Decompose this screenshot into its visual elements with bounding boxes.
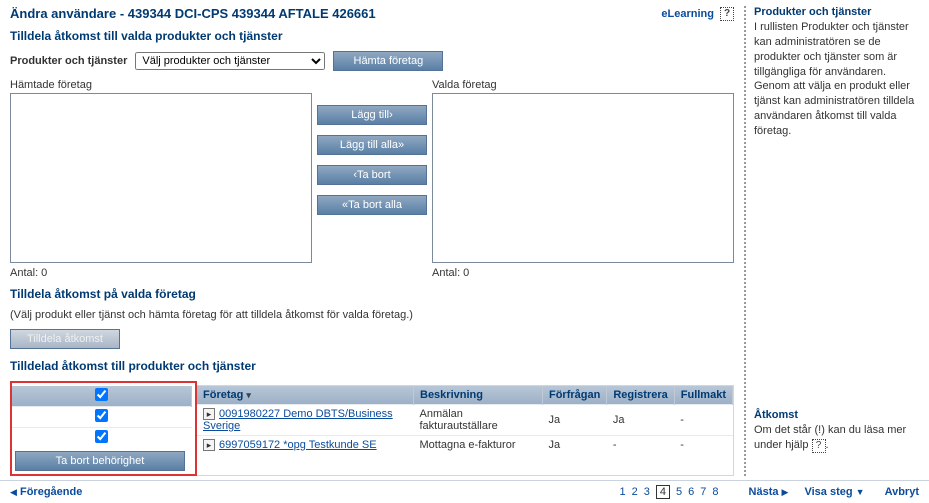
side-body-2: Om det står (!) kan du läsa mer under hj… xyxy=(754,423,919,453)
fetch-companies-button[interactable]: Hämta företag xyxy=(333,51,443,71)
page-link[interactable]: 2 xyxy=(632,486,638,498)
fetched-count: Antal: 0 xyxy=(10,267,312,279)
next-arrow-icon: ▶ xyxy=(782,487,789,498)
section2-hint: (Välj produkt eller tjänst och hämta för… xyxy=(10,309,734,321)
cell-req: Ja xyxy=(542,436,606,455)
section1-title: Tilldela åtkomst till valda produkter oc… xyxy=(10,29,734,43)
page-link[interactable]: 3 xyxy=(644,486,650,498)
access-table: Företag ▾ Beskrivning Förfrågan Registre… xyxy=(197,386,733,454)
cancel-link[interactable]: Avbryt xyxy=(885,486,919,498)
page-current: 4 xyxy=(656,485,670,499)
cell-req: Ja xyxy=(542,405,606,436)
page-link[interactable]: 6 xyxy=(688,486,694,498)
select-all-checkbox[interactable] xyxy=(95,388,108,401)
side-title-2: Åtkomst xyxy=(754,409,919,421)
sort-icon: ▾ xyxy=(246,390,251,400)
prev-link[interactable]: Föregående xyxy=(20,486,82,498)
assign-access-button: Tilldela åtkomst xyxy=(10,329,120,349)
chevron-down-icon: ▼ xyxy=(856,487,865,497)
next-link[interactable]: Nästa xyxy=(749,486,779,498)
add-all-button[interactable]: Lägg till alla» xyxy=(317,135,427,155)
col-reg[interactable]: Registrera xyxy=(607,386,674,405)
side-body-1: I rullisten Produkter och tjänster kan a… xyxy=(754,20,919,139)
cell-reg: Ja xyxy=(607,405,674,436)
show-step-link[interactable]: Visa steg xyxy=(804,486,852,498)
col-desc[interactable]: Beskrivning xyxy=(414,386,543,405)
row-checkbox[interactable] xyxy=(95,430,108,443)
table-row: ▸ 6997059172 *opg Testkunde SE Mottagna e… xyxy=(197,436,733,455)
selected-listbox[interactable] xyxy=(432,93,734,263)
company-link[interactable]: 6997059172 *opg Testkunde SE xyxy=(219,439,377,451)
cell-reg: - xyxy=(607,436,674,455)
page-link[interactable]: 5 xyxy=(676,486,682,498)
remove-highlight-box: Ta bort behörighet xyxy=(10,381,197,476)
page-title: Ändra användare - 439344 DCI-CPS 439344 … xyxy=(10,6,376,21)
col-req[interactable]: Förfrågan xyxy=(542,386,606,405)
fetched-listbox[interactable] xyxy=(10,93,312,263)
prev-arrow-icon: ◀ xyxy=(10,487,17,498)
products-select[interactable]: Välj produkter och tjänster xyxy=(135,52,325,70)
help-icon[interactable]: ? xyxy=(812,439,826,453)
page-link[interactable]: 8 xyxy=(712,486,718,498)
cell-full: - xyxy=(674,405,732,436)
help-icon[interactable]: ? xyxy=(720,7,734,21)
selected-label: Valda företag xyxy=(432,79,734,91)
elearning-link[interactable]: eLearning xyxy=(661,8,714,20)
section3-title: Tilldelad åtkomst till produkter och tjä… xyxy=(10,359,734,373)
page-link[interactable]: 1 xyxy=(620,486,626,498)
remove-permission-button[interactable]: Ta bort behörighet xyxy=(15,451,185,471)
expand-icon[interactable]: ▸ xyxy=(203,408,215,420)
section2-title: Tilldela åtkomst på valda företag xyxy=(10,287,734,301)
col-company[interactable]: Företag ▾ xyxy=(197,386,414,405)
cell-desc: Anmälan fakturautställare xyxy=(414,405,543,436)
col-full[interactable]: Fullmakt xyxy=(674,386,732,405)
page-link[interactable]: 7 xyxy=(700,486,706,498)
remove-all-button[interactable]: «Ta bort alla xyxy=(317,195,427,215)
table-row: ▸0091980227 Demo DBTS/Business Sverige A… xyxy=(197,405,733,436)
company-link[interactable]: 0091980227 Demo DBTS/Business Sverige xyxy=(203,408,393,432)
fetched-label: Hämtade företag xyxy=(10,79,312,91)
pager: 1 2 3 4 5 6 7 8 xyxy=(620,485,719,499)
remove-button[interactable]: ‹Ta bort xyxy=(317,165,427,185)
selected-count: Antal: 0 xyxy=(432,267,734,279)
expand-icon[interactable]: ▸ xyxy=(203,439,215,451)
products-label: Produkter och tjänster xyxy=(10,55,127,67)
cell-desc: Mottagna e-fakturor xyxy=(414,436,543,455)
side-title-1: Produkter och tjänster xyxy=(754,6,919,18)
add-button[interactable]: Lägg till› xyxy=(317,105,427,125)
row-checkbox[interactable] xyxy=(95,409,108,422)
cell-full: - xyxy=(674,436,732,455)
